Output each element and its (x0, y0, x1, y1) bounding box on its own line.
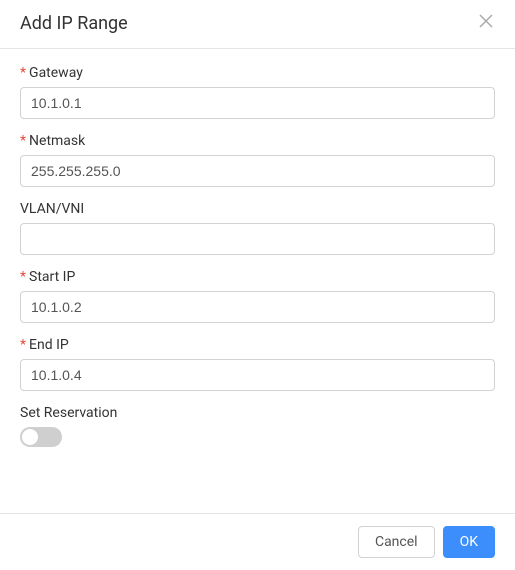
vlan-input[interactable] (20, 223, 495, 255)
netmask-field: *Netmask (20, 133, 495, 187)
gateway-label: *Gateway (20, 65, 495, 81)
gateway-label-text: Gateway (29, 65, 83, 81)
vlan-field: VLAN/VNI (20, 201, 495, 255)
required-mark: * (20, 133, 26, 149)
ok-button[interactable]: OK (443, 526, 495, 558)
dialog-body: *Gateway *Netmask VLAN/VNI *Start IP *En… (0, 49, 515, 513)
dialog-footer: Cancel OK (0, 513, 515, 570)
endip-label-text: End IP (29, 337, 69, 353)
startip-field: *Start IP (20, 269, 495, 323)
vlan-label: VLAN/VNI (20, 201, 495, 217)
gateway-input[interactable] (20, 87, 495, 119)
reservation-toggle[interactable] (20, 427, 62, 447)
startip-input[interactable] (20, 291, 495, 323)
startip-label-text: Start IP (29, 269, 75, 285)
required-mark: * (20, 337, 26, 353)
endip-field: *End IP (20, 337, 495, 391)
netmask-label: *Netmask (20, 133, 495, 149)
close-icon[interactable] (477, 12, 495, 34)
dialog-title: Add IP Range (20, 13, 128, 34)
endip-input[interactable] (20, 359, 495, 391)
endip-label: *End IP (20, 337, 495, 353)
netmask-label-text: Netmask (29, 133, 85, 149)
required-mark: * (20, 269, 26, 285)
netmask-input[interactable] (20, 155, 495, 187)
required-mark: * (20, 65, 26, 81)
toggle-knob (22, 429, 38, 445)
cancel-button[interactable]: Cancel (358, 526, 435, 558)
reservation-field: Set Reservation (20, 405, 495, 447)
add-ip-range-dialog: Add IP Range *Gateway *Netmask VLAN/VNI … (0, 0, 515, 570)
gateway-field: *Gateway (20, 65, 495, 119)
startip-label: *Start IP (20, 269, 495, 285)
reservation-label: Set Reservation (20, 405, 495, 421)
dialog-header: Add IP Range (0, 0, 515, 49)
